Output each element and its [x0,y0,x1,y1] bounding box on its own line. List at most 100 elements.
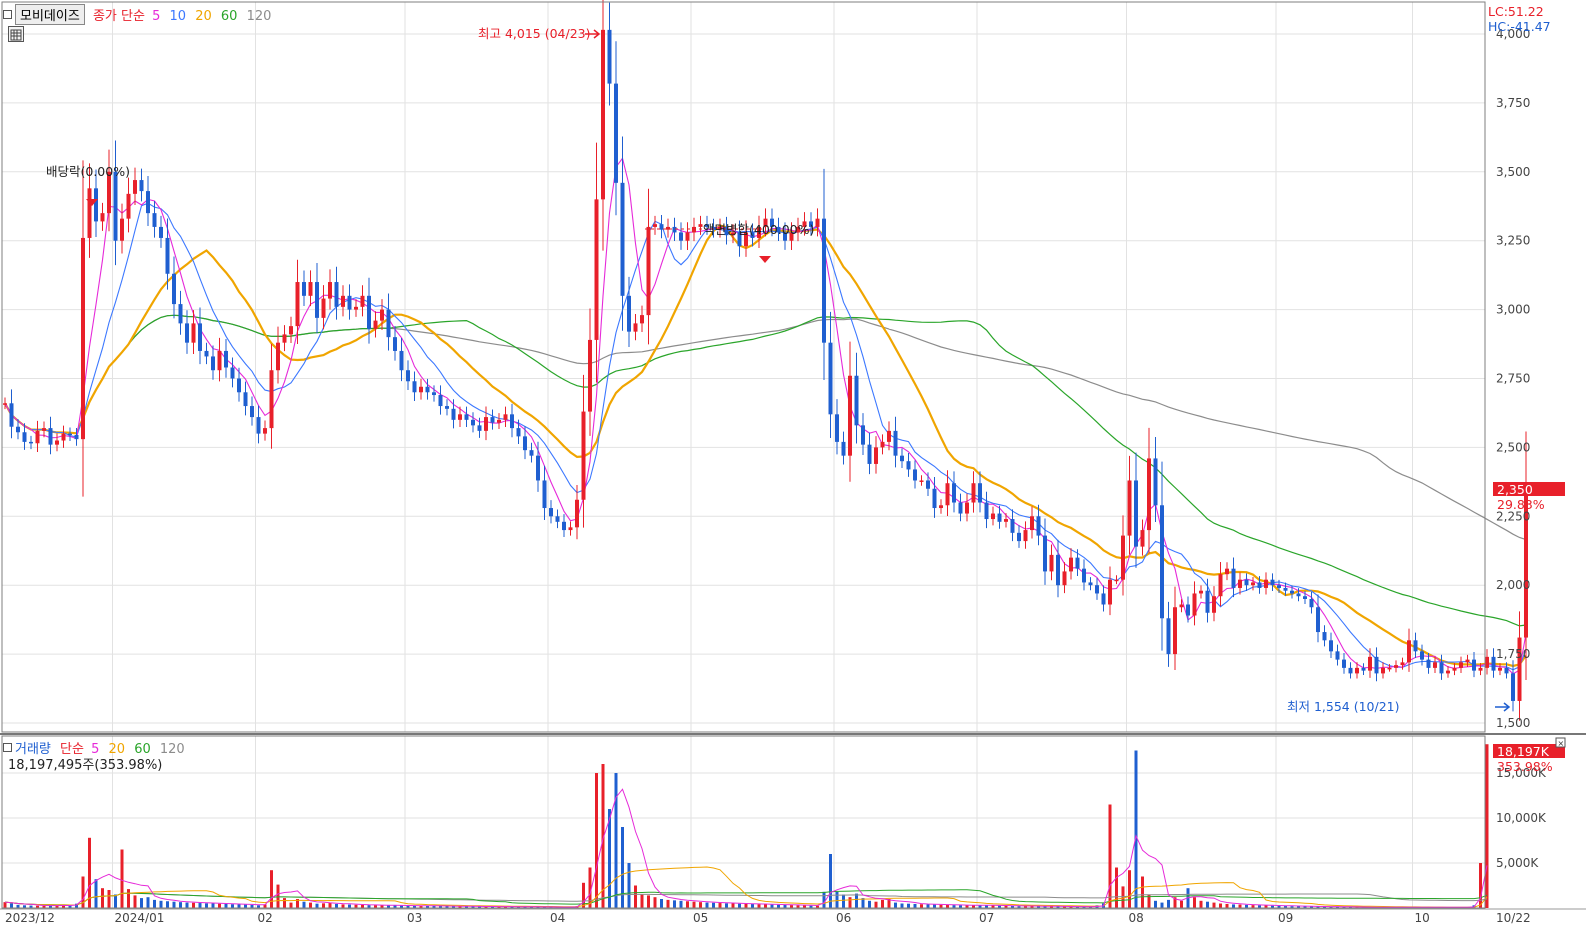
candle-body [204,350,209,357]
candle-body [1387,667,1392,670]
date-tick-label: 07 [979,911,994,925]
volume-bar [627,863,631,908]
volume-bar [153,899,156,908]
volume-bar [907,903,910,908]
candle-body [1439,662,1444,674]
candle-body [1478,667,1483,671]
candle-body [61,433,66,441]
candle-body [1290,590,1294,594]
volume-bar [894,902,897,908]
volume-bar [764,904,767,908]
candle-body [516,428,521,437]
candle-body [1212,596,1216,613]
candle-body [1335,651,1340,660]
volume-bar [348,904,351,908]
candle-body [211,356,215,371]
candle-body [1407,640,1411,663]
candle-body [939,505,943,509]
candle-body [1264,579,1268,588]
candle-body [503,414,508,420]
stock-name-box[interactable]: 모비데이즈 [15,4,85,25]
candle-body [172,273,176,305]
candle-body [692,226,696,233]
grid-tool-icon[interactable] [8,26,24,42]
volume-bar [1199,900,1203,908]
hc-label: HC:-41.47 [1488,19,1551,34]
volume-bar [159,900,163,908]
candle-body [139,180,144,192]
candle-body [1498,667,1502,671]
volume-bar [120,849,124,908]
candle-body [562,521,566,531]
candle-body [386,309,391,338]
candle-body [861,425,865,445]
volume-bar [114,894,117,908]
candle-body [555,516,560,522]
candle-body [347,295,352,310]
candle-body [55,440,59,445]
candle-body [575,499,579,528]
candle-body [146,191,150,214]
candle-body [867,444,872,464]
candle-body [9,403,14,427]
candle-body [68,433,72,436]
candle-body [848,375,852,456]
candle-body [653,224,657,227]
volume-bar [673,900,676,908]
candle-body [497,419,501,423]
candle-body [1075,557,1080,569]
close-icon[interactable]: × [1558,739,1565,748]
candle-body [1205,590,1210,613]
volume-bar [140,898,143,908]
candle-body [29,441,33,444]
volume-bar [289,902,293,908]
candle-body [1036,516,1041,536]
price-panel-header: 모비데이즈 종가 단순 5 10 20 60 120 [3,4,271,25]
volume-bar [315,903,319,908]
candle-body [900,455,904,462]
price-tick-label: 1,750 [1496,647,1530,661]
volume-bar [699,902,702,908]
date-tick-label: 10 [1415,911,1430,925]
candle-body [1329,640,1333,652]
candle-body [841,441,846,456]
candle-body [159,226,163,238]
candle-body [1056,554,1060,586]
volume-tick-label: 10,000K [1496,811,1547,825]
price-tick-label: 3,000 [1496,303,1530,317]
ma60-label: 60 [220,9,238,24]
candle-body [1511,673,1515,701]
volume-bar [166,901,169,908]
candle-body [419,386,423,393]
candle-body [523,436,527,451]
low-annotation: 최저 1,554 (10/21) [1287,699,1400,714]
candle-body [87,188,92,238]
candle-body [295,282,300,327]
volume-bar [718,903,722,908]
candle-body [1374,656,1379,674]
candle-body [185,323,189,343]
candle-body [1218,574,1223,597]
candle-body [393,337,397,351]
volume-bar [179,902,182,908]
candle-body [991,513,995,520]
candle-body [1244,579,1249,586]
candle-body [490,417,495,423]
volume-bar [647,895,650,908]
candle-body [1355,667,1359,674]
candle-body [640,315,644,324]
candle-body [822,218,826,343]
volume-bar [270,870,273,908]
panel-toggle-icon[interactable] [3,743,12,752]
candle-body [269,370,274,429]
volume-bar [595,773,598,908]
candle-body [341,295,345,307]
candle-body [120,218,124,241]
candle-body [1472,659,1476,671]
candle-body [1316,607,1320,633]
volume-bar [1219,903,1222,908]
candle-body [1199,590,1203,594]
candle-body [74,434,79,440]
panel-toggle-icon[interactable] [3,10,12,19]
candle-body [1023,530,1028,542]
